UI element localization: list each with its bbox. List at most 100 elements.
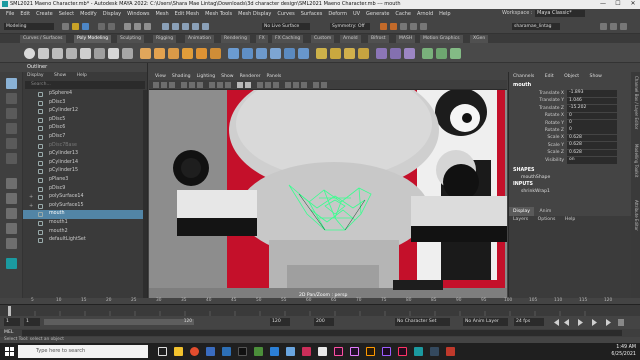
taskbar-clock[interactable]: 1:49 AM 6/25/2021 [611, 344, 636, 358]
tab-rendering[interactable]: Rendering [221, 35, 250, 43]
reduce-icon[interactable] [436, 48, 447, 59]
taskbar-search-input[interactable]: Type here to search [18, 345, 148, 358]
poly-cylinder-icon[interactable] [52, 48, 63, 59]
boolean-union-icon[interactable] [182, 48, 193, 59]
outliner-item[interactable]: + polySurface14 [23, 193, 143, 202]
menu-display[interactable]: Display [103, 11, 121, 17]
live-surface-field[interactable]: No Live Surface [262, 23, 310, 30]
tab-xgen[interactable]: XGen [470, 35, 489, 43]
outliner-menu-help[interactable]: Help [77, 73, 87, 78]
attribute-value-field[interactable]: -15.202 [567, 105, 617, 112]
render-frame-icon[interactable] [380, 23, 387, 30]
outliner-scrollbar[interactable] [143, 90, 147, 300]
save-scene-icon[interactable] [82, 23, 89, 30]
viewport-menu-shading[interactable]: Shading [172, 74, 191, 79]
adobe-premiere-icon[interactable] [350, 347, 359, 356]
channel-attribute-row[interactable]: Translate X -1.893 [509, 90, 630, 97]
outliner-item[interactable]: pCylinder15 [23, 167, 143, 176]
outliner-item[interactable]: pDisc5 [23, 116, 143, 125]
perspective-viewport[interactable]: 2D Pan/Zoom : persp [149, 90, 507, 302]
snap-grid-icon[interactable] [162, 23, 169, 30]
task-view-icon[interactable] [158, 347, 167, 356]
play-forward-icon[interactable] [578, 319, 583, 326]
undo-icon[interactable] [98, 23, 105, 30]
chrome-icon[interactable] [190, 347, 199, 356]
menu-file[interactable]: File [6, 11, 14, 17]
scale-tool-icon[interactable] [6, 153, 17, 164]
app-icon-slate[interactable] [430, 347, 439, 356]
outliner-item[interactable]: mouth2 [23, 228, 143, 237]
anim-layer-dropdown[interactable]: No Anim Layer [463, 318, 508, 326]
time-slider[interactable] [0, 304, 640, 317]
outliner-item[interactable]: pDisc7 [23, 133, 143, 142]
channel-attribute-row[interactable]: Scale Z 0.628 [509, 149, 630, 157]
menu-uv[interactable]: UV [353, 11, 360, 17]
make-live-icon[interactable] [202, 23, 209, 30]
tab-sculpting[interactable]: Sculpting [117, 35, 145, 43]
channel-attribute-row[interactable]: Rotate X0 [509, 112, 630, 120]
menu-edit[interactable]: Edit [20, 11, 30, 17]
expand-toggle[interactable]: + [29, 202, 33, 211]
viewport-toolbar-icons[interactable] [149, 80, 507, 90]
tab-fx-caching[interactable]: FX Caching [272, 35, 304, 43]
menu-modify[interactable]: Modify [80, 11, 97, 17]
outliner-item[interactable]: pCylinder12 [23, 107, 143, 116]
ipr-render-icon[interactable] [390, 23, 397, 30]
menu-mesh[interactable]: Mesh [155, 11, 168, 17]
outliner-item[interactable]: pSphere4 [23, 90, 143, 99]
boolean-difference-icon[interactable] [196, 48, 207, 59]
channel-menu-object[interactable]: Object [564, 74, 579, 79]
app-icon-black[interactable] [238, 347, 247, 356]
persp-outliner-layout-icon[interactable] [6, 208, 17, 219]
soft-select-icon[interactable] [422, 48, 433, 59]
snap-curve-icon[interactable] [172, 23, 179, 30]
toggle-channel-box-icon[interactable] [600, 23, 607, 30]
tab-curves-surfaces[interactable]: Curves / Surfaces [20, 35, 66, 43]
menu-set-dropdown[interactable]: Modeling [4, 23, 54, 30]
combine-icon[interactable] [140, 48, 151, 59]
layer-tab-anim[interactable]: Anim [536, 207, 556, 216]
select-object-icon[interactable] [134, 23, 141, 30]
menu-mesh-display[interactable]: Mesh Display [238, 11, 271, 17]
adobe-animate-icon[interactable] [382, 347, 391, 356]
snap-view-plane-icon[interactable] [192, 23, 199, 30]
menu-arnold[interactable]: Arnold [417, 11, 433, 17]
menu-curves[interactable]: Curves [277, 11, 294, 17]
tab-custom[interactable]: Custom [311, 35, 335, 43]
step-forward-icon[interactable] [592, 319, 597, 326]
fps-dropdown[interactable]: 24 fps [514, 318, 544, 326]
poly-plane-icon[interactable] [94, 48, 105, 59]
extrude-icon[interactable] [228, 48, 239, 59]
select-component-icon[interactable] [144, 23, 151, 30]
viewport-menu-lighting[interactable]: Lighting [197, 74, 216, 79]
merge-icon[interactable] [298, 48, 309, 59]
menu-mesh-tools[interactable]: Mesh Tools [205, 11, 232, 17]
mirror-icon[interactable] [210, 48, 221, 59]
fill-hole-icon[interactable] [270, 48, 281, 59]
maximize-button[interactable]: ☐ [611, 0, 625, 7]
attribute-value-field[interactable]: 0 [567, 112, 617, 120]
new-scene-icon[interactable] [62, 23, 69, 30]
mail-icon[interactable] [222, 347, 231, 356]
side-tab-attribute-editor[interactable]: Attribute Editor [632, 200, 639, 231]
quad-draw-icon[interactable] [358, 48, 369, 59]
poly-cube-icon[interactable] [38, 48, 49, 59]
adobe-indesign-icon[interactable] [398, 347, 407, 356]
channel-attribute-row[interactable]: Translate Z -15.202 [509, 105, 630, 112]
app-icon-green[interactable] [254, 347, 263, 356]
channel-attribute-row[interactable]: Scale Y 0.628 [509, 142, 630, 149]
single-perspective-layout-icon[interactable] [6, 178, 17, 189]
outliner-menu-show[interactable]: Show [54, 73, 66, 78]
redo-icon[interactable] [108, 23, 115, 30]
channel-menu-edit[interactable]: Edit [545, 74, 554, 79]
character-set-dropdown[interactable]: No Character Set [395, 318, 450, 326]
viewport-menu-renderer[interactable]: Renderer [240, 74, 261, 79]
attribute-value-field[interactable]: 0.628 [567, 149, 617, 157]
four-view-layout-icon[interactable] [6, 193, 17, 204]
channel-attribute-row[interactable]: Visibility on [509, 156, 630, 164]
open-scene-icon[interactable] [72, 23, 79, 30]
toggle-tool-settings-icon[interactable] [620, 23, 627, 30]
paint-select-tool-icon[interactable] [6, 108, 17, 119]
outliner-item[interactable]: pCylinder14 [23, 159, 143, 168]
outliner-item[interactable]: pDisc7Base [23, 142, 143, 151]
